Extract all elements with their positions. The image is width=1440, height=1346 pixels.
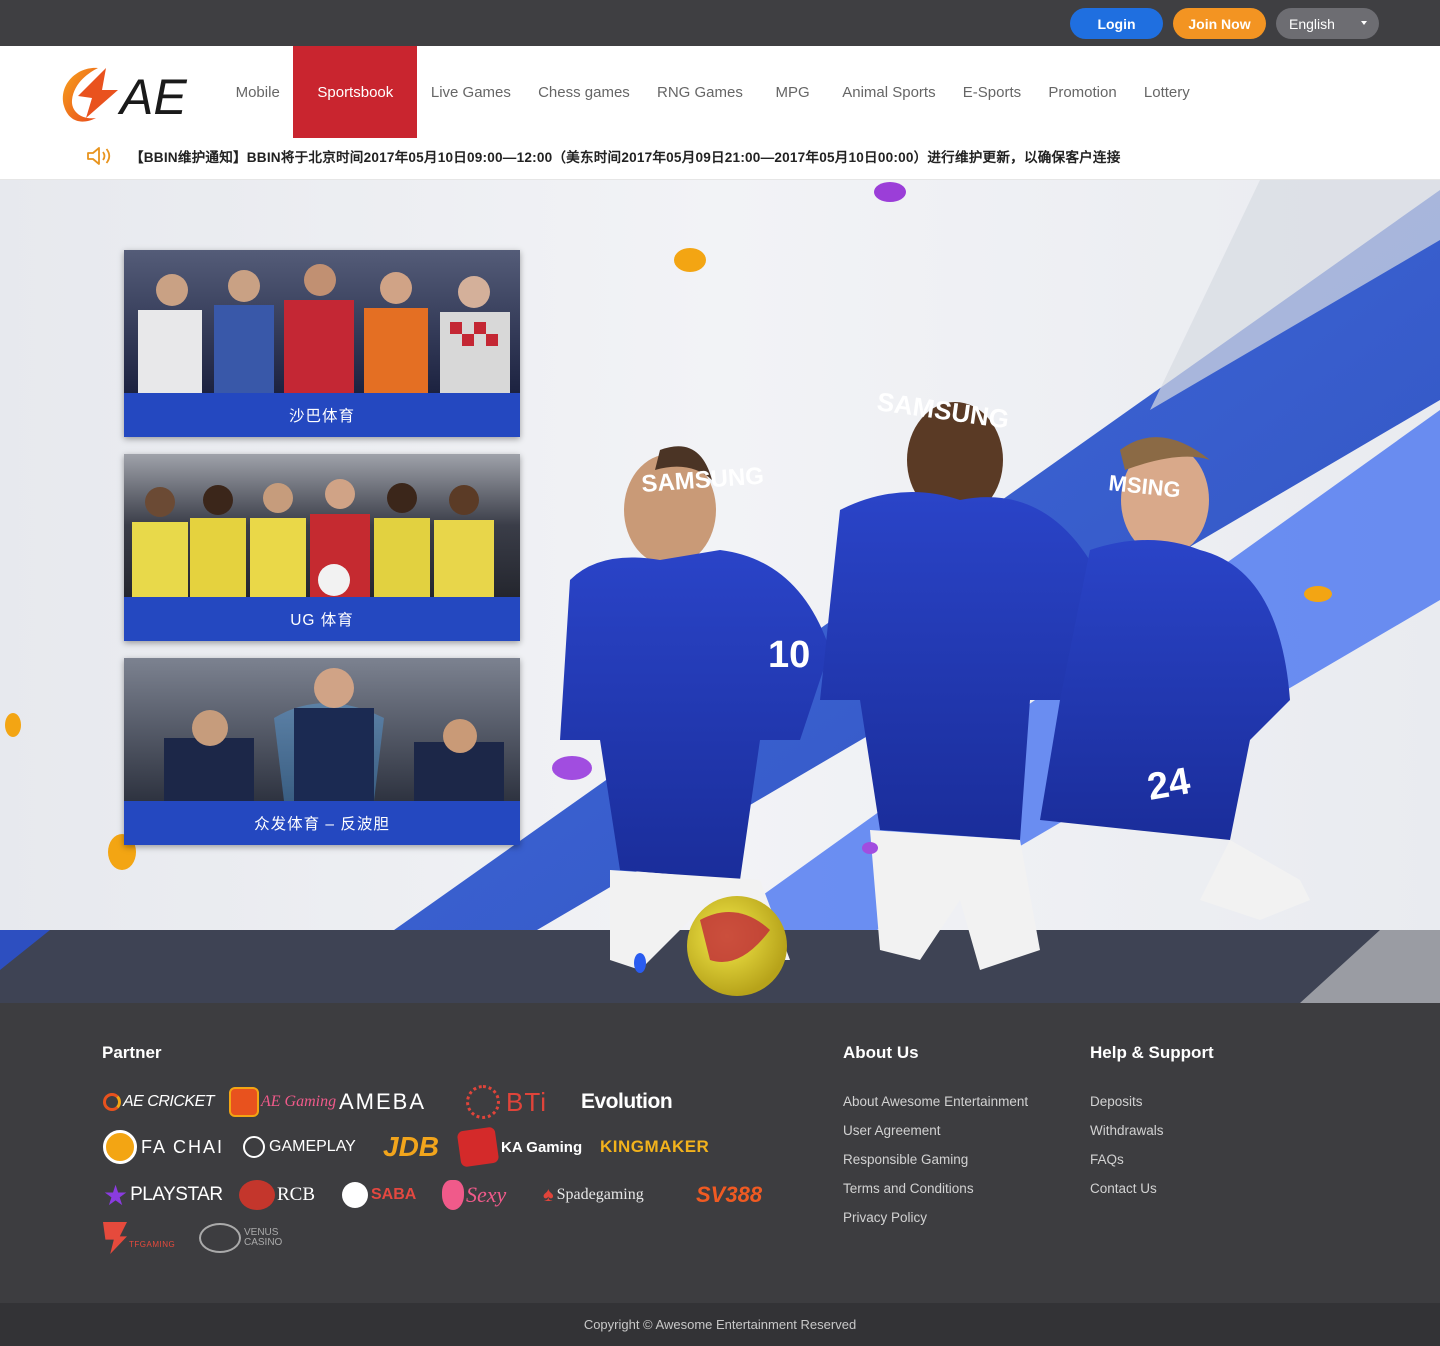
- partner-evolution[interactable]: Evolution: [581, 1082, 673, 1122]
- announcement-ticker[interactable]: 【BBIN维护通知】BBIN将于北京时间2017年05月10日09:00—12:…: [86, 144, 1250, 168]
- partner-title: Partner: [102, 1043, 162, 1062]
- link-terms[interactable]: Terms and Conditions: [843, 1181, 974, 1196]
- ug-card-image: [124, 454, 520, 597]
- partner-fa-chai[interactable]: FA CHAI: [103, 1127, 224, 1167]
- about-title: About Us: [843, 1043, 919, 1062]
- zhongfa-card-image: [124, 658, 520, 801]
- nav-rng-games[interactable]: RNG Games: [643, 46, 756, 138]
- partner-jdb[interactable]: JDB: [383, 1127, 439, 1167]
- sportsbook-card-ug[interactable]: UG 体育: [124, 454, 520, 641]
- nav-promotion[interactable]: Promotion: [1035, 46, 1131, 138]
- footer: Partner AE CRICKET AE Gaming AMEBA BTi E…: [0, 1003, 1440, 1303]
- horse-icon: [239, 1180, 275, 1210]
- slot-machine-icon: [229, 1087, 259, 1117]
- partner-ameba[interactable]: AMEBA: [339, 1082, 426, 1122]
- nav-chess-games[interactable]: Chess games: [525, 46, 644, 138]
- ka-gaming-icon: [456, 1126, 500, 1168]
- link-contact[interactable]: Contact Us: [1090, 1181, 1157, 1196]
- login-button[interactable]: Login: [1070, 8, 1163, 39]
- gameplay-icon: [243, 1136, 265, 1158]
- link-user-agreement[interactable]: User Agreement: [843, 1123, 941, 1138]
- fa-chai-icon: [103, 1130, 137, 1164]
- svg-text:24: 24: [1144, 760, 1193, 809]
- partner-saba[interactable]: SABA: [342, 1175, 416, 1215]
- partner-ae-sexy[interactable]: Sexy: [442, 1175, 506, 1215]
- link-withdrawals[interactable]: Withdrawals: [1090, 1123, 1164, 1138]
- card-label: UG 体育: [124, 597, 520, 641]
- nav-sportsbook[interactable]: Sportsbook: [293, 46, 418, 138]
- partner-ka-gaming[interactable]: KA Gaming: [456, 1126, 582, 1168]
- ae-logo-icon: AE: [62, 67, 187, 125]
- nav-live-games[interactable]: Live Games: [417, 46, 524, 138]
- ticker-text: 【BBIN维护通知】BBIN将于北京时间2017年05月10日09:00—12:…: [130, 150, 1121, 165]
- ae-logo[interactable]: AE: [56, 60, 196, 128]
- saba-ball-icon: [342, 1182, 368, 1208]
- partner-spadegaming[interactable]: ♠ Spadegaming: [543, 1175, 644, 1215]
- svg-text:10: 10: [768, 634, 810, 676]
- saba-card-image: [124, 250, 520, 393]
- card-label: 众发体育 – 反波胆: [124, 801, 520, 845]
- main-nav: Mobile Sportsbook Live Games Chess games…: [222, 46, 1203, 138]
- partner-bti[interactable]: BTi: [466, 1082, 547, 1122]
- partner-tf-gaming[interactable]: TFGAMING: [103, 1218, 175, 1258]
- chevron-down-icon: [1361, 21, 1367, 25]
- help-title: Help & Support: [1090, 1043, 1214, 1062]
- hero-banner: SAMSUNG SAMSUNG MSING 10 24 沙巴体育 UG 体育 众…: [0, 180, 1440, 1003]
- tf-gaming-icon: [103, 1222, 127, 1254]
- partner-rcb[interactable]: RCB: [239, 1175, 315, 1215]
- language-label: English: [1289, 15, 1335, 32]
- header: AE Mobile Sportsbook Live Games Chess ga…: [0, 46, 1440, 180]
- link-responsible-gaming[interactable]: Responsible Gaming: [843, 1152, 968, 1167]
- partner-ae-cricket[interactable]: AE CRICKET: [103, 1082, 215, 1122]
- partner-gameplay[interactable]: GAMEPLAY: [243, 1127, 356, 1167]
- sportsbook-card-saba[interactable]: 沙巴体育: [124, 250, 520, 437]
- nav-lottery[interactable]: Lottery: [1130, 46, 1203, 138]
- ae-sexy-icon: [442, 1180, 464, 1210]
- nav-mobile[interactable]: Mobile: [222, 46, 293, 138]
- language-select[interactable]: English: [1276, 8, 1379, 39]
- partner-kingmaker[interactable]: KINGMAKER: [600, 1127, 709, 1167]
- partner-sv388[interactable]: SV388: [696, 1175, 762, 1215]
- partner-ae-gaming[interactable]: AE Gaming: [229, 1082, 336, 1122]
- link-about-awesome[interactable]: About Awesome Entertainment: [843, 1094, 1028, 1109]
- venus-ring-icon: [199, 1223, 241, 1253]
- speaker-icon: [87, 147, 111, 165]
- partner-playstar[interactable]: ★ PLAYSTAR: [103, 1175, 223, 1215]
- star-icon: ★: [103, 1179, 129, 1211]
- join-now-button[interactable]: Join Now: [1173, 8, 1266, 39]
- partner-venus-casino[interactable]: VENUS CASINO: [199, 1218, 284, 1258]
- bti-dots-icon: [466, 1085, 500, 1119]
- top-bar: Login Join Now English: [0, 0, 1440, 46]
- link-privacy[interactable]: Privacy Policy: [843, 1210, 927, 1225]
- copyright: Copyright © Awesome Entertainment Reserv…: [0, 1303, 1440, 1346]
- spade-icon: ♠: [543, 1183, 554, 1206]
- card-label: 沙巴体育: [124, 393, 520, 437]
- nav-animal-sports[interactable]: Animal Sports: [829, 46, 950, 138]
- svg-text:AE: AE: [117, 69, 187, 125]
- link-faqs[interactable]: FAQs: [1090, 1152, 1124, 1167]
- sportsbook-card-zhongfa[interactable]: 众发体育 – 反波胆: [124, 658, 520, 845]
- ae-cricket-icon: [103, 1093, 121, 1111]
- nav-e-sports[interactable]: E-Sports: [949, 46, 1035, 138]
- nav-mpg[interactable]: MPG: [756, 46, 828, 138]
- link-deposits[interactable]: Deposits: [1090, 1094, 1143, 1109]
